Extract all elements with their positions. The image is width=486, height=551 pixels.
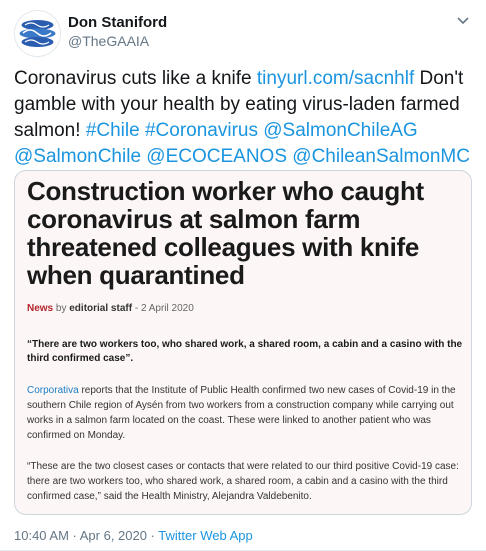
tweet-text-part: Coronavirus cuts like a knife xyxy=(14,68,257,89)
handle[interactable]: @TheGAAIA xyxy=(68,33,149,49)
avatar[interactable] xyxy=(14,10,61,57)
article-quote: “There are two workers too, who shared w… xyxy=(27,339,463,364)
gaaia-logo-icon xyxy=(15,11,60,56)
article-author: editorial staff xyxy=(69,303,133,314)
article-paragraph-2: “These are the two closest cases or cont… xyxy=(27,461,459,502)
display-name[interactable]: Don Staniford xyxy=(68,14,167,31)
mention-chileansalmonmc[interactable]: @ChileanSalmonMC xyxy=(292,146,470,167)
hashtag-coronavirus[interactable]: #Coronavirus xyxy=(145,120,258,141)
mention-ecoceanos[interactable]: @ECOCEANOS xyxy=(146,146,287,167)
article-paragraph-1: Corporativa reports that the Institute o… xyxy=(27,383,467,443)
timestamp[interactable]: 10:40 AM · Apr 6, 2020 · xyxy=(14,528,158,543)
article-category: News xyxy=(27,303,54,314)
article-byline: News by editorial staff - 2 April 2020 xyxy=(27,303,194,314)
hashtag-chile[interactable]: #Chile xyxy=(86,120,140,141)
mention-salmonchile[interactable]: @SalmonChile xyxy=(14,146,141,167)
article-paragraph-1-text: reports that the Institute of Public Hea… xyxy=(27,385,456,441)
tweet-footer: 10:40 AM · Apr 6, 2020 · Twitter Web App xyxy=(14,528,253,543)
article-card[interactable]: Construction worker who caught coronavir… xyxy=(14,170,472,515)
tweet-link[interactable]: tinyurl.com/sacnhlf xyxy=(257,68,414,89)
mention-salmonchileag[interactable]: @SalmonChileAG xyxy=(263,120,417,141)
tweet-text: Coronavirus cuts like a knife tinyurl.co… xyxy=(14,66,474,170)
byline-by: by xyxy=(53,303,70,314)
chevron-down-icon[interactable] xyxy=(455,13,471,29)
byline-sep: - xyxy=(132,303,141,314)
article-headline: Construction worker who caught coronavir… xyxy=(27,176,424,290)
article-source-link: Corporativa xyxy=(27,385,79,396)
tweet: Don Staniford @TheGAAIA Coronavirus cuts… xyxy=(0,0,486,551)
source-app[interactable]: Twitter Web App xyxy=(158,528,252,543)
article-date: 2 April 2020 xyxy=(140,303,194,314)
